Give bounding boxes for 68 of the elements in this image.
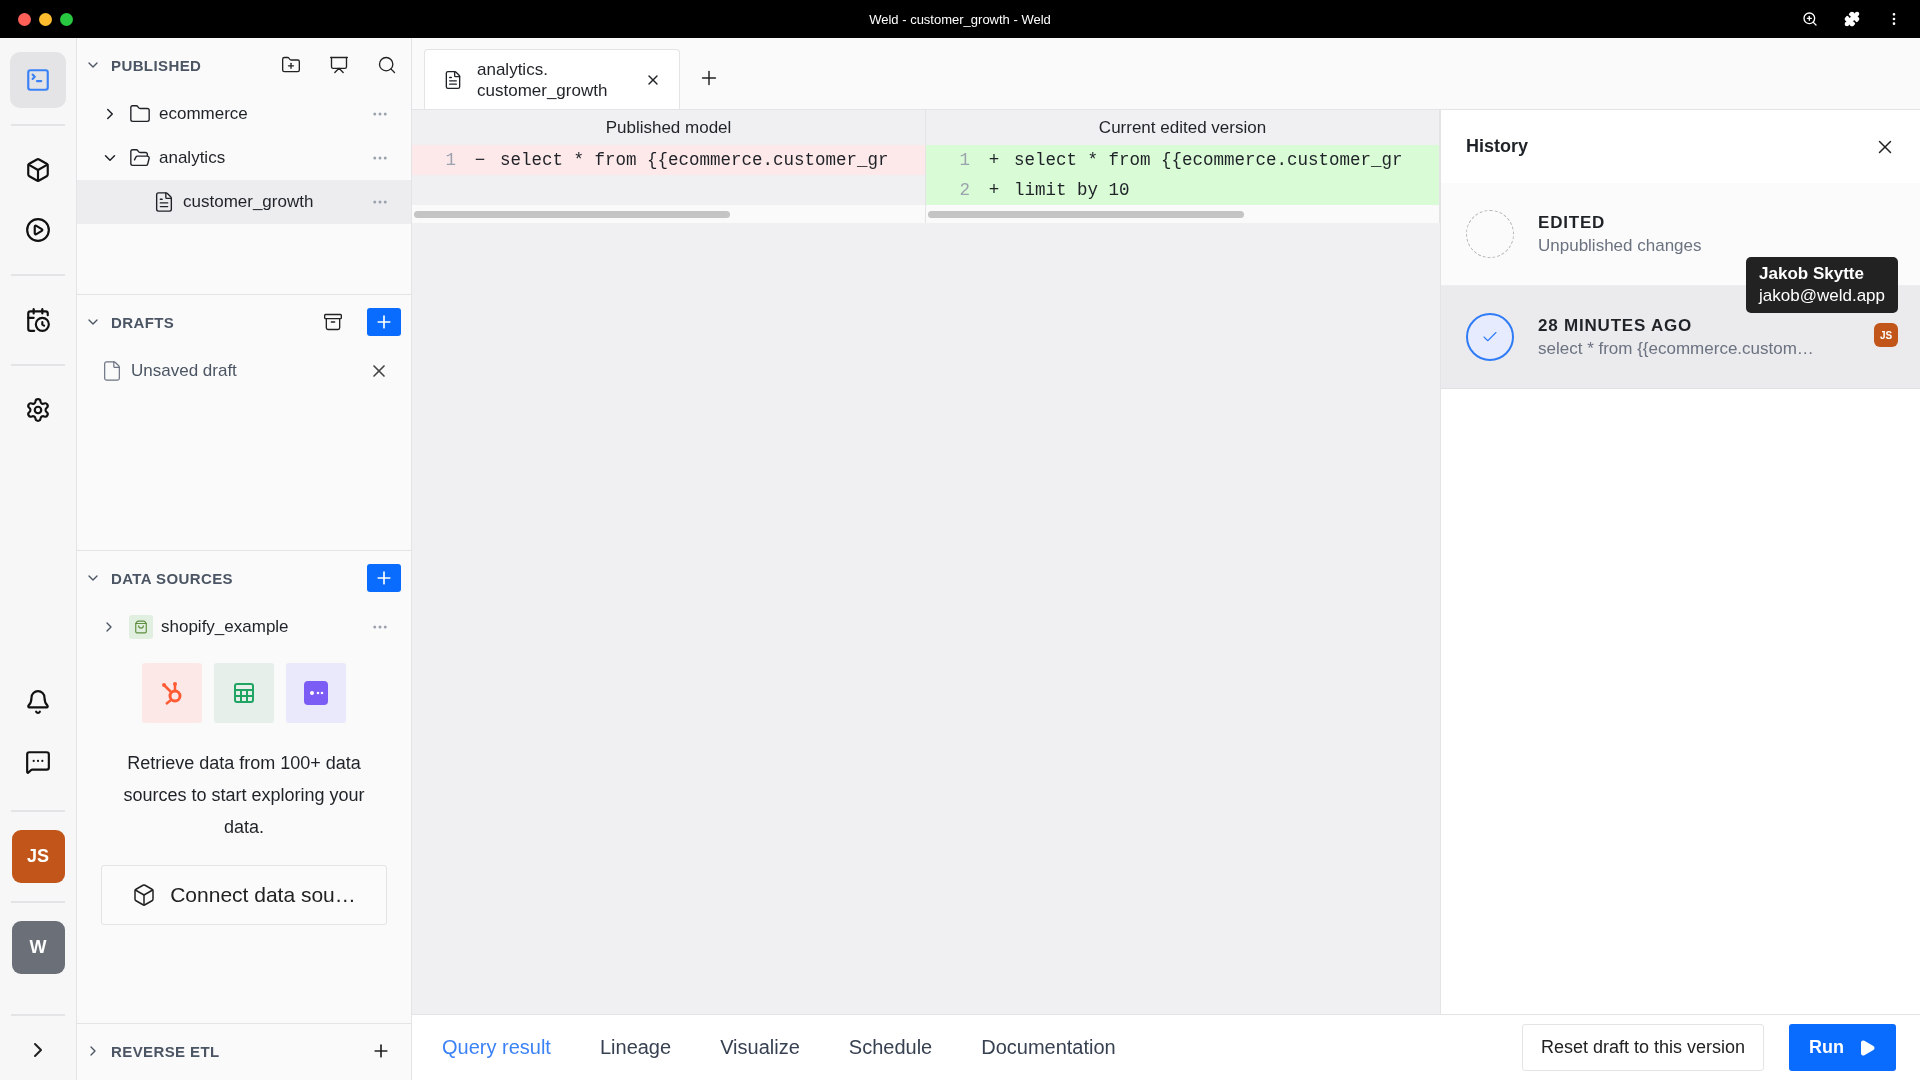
bell-icon — [25, 689, 51, 715]
bottom-tab[interactable]: Query result — [442, 1032, 551, 1063]
section-title: PUBLISHED — [111, 56, 202, 74]
entry-subtitle: select * from {{ecommerce.custom… — [1538, 338, 1815, 359]
author-avatar[interactable]: JS — [1874, 323, 1898, 347]
user-avatar[interactable]: JS — [11, 830, 65, 883]
tree-item[interactable]: customer_growth — [77, 180, 411, 224]
cube-icon — [25, 157, 51, 183]
file-icon — [443, 69, 463, 90]
chat-bubble-icon — [304, 681, 328, 705]
panel-title: History — [1466, 136, 1528, 157]
scrollbar-thumb[interactable] — [928, 210, 1244, 218]
minimize-window-button[interactable] — [39, 12, 52, 26]
editor-tab[interactable]: analytics. customer_growth — [424, 49, 680, 109]
bottom-tab[interactable]: Visualize — [720, 1032, 800, 1063]
source-item[interactable]: shopify_example — [77, 605, 411, 649]
archive-icon — [323, 312, 343, 332]
tree-item-label: customer_growth — [183, 192, 314, 212]
search-icon — [377, 55, 397, 75]
file-icon — [101, 360, 123, 382]
presentation-icon — [329, 55, 349, 75]
settings-icon — [25, 397, 51, 423]
section-title: DRAFTS — [111, 313, 175, 331]
connector-tile[interactable] — [286, 663, 346, 723]
terminal-icon — [25, 67, 51, 93]
tooltip-name: Jakob Skytte — [1759, 264, 1865, 284]
bottom-tab[interactable]: Documentation — [981, 1032, 1116, 1063]
entry-subtitle: Unpublished changes — [1538, 235, 1703, 256]
connector-tile[interactable] — [142, 663, 202, 723]
calendar-clock-icon — [25, 307, 51, 333]
play-icon — [1858, 1038, 1876, 1057]
connect-button[interactable]: Connect data sou… — [101, 865, 387, 925]
chat-icon — [25, 749, 51, 775]
folder-icon — [129, 103, 151, 125]
promo-text: Retrieve data from 100+ data sources to start exploring your data. — [122, 752, 366, 839]
bottom-tab[interactable]: Lineage — [599, 1032, 672, 1063]
source-label: shopify_example — [161, 617, 289, 637]
workspace-avatar[interactable]: W — [11, 921, 65, 974]
scrollbar-thumb[interactable] — [414, 210, 730, 218]
add-draft-button[interactable] — [367, 308, 401, 336]
window-title: Weld - customer_growth - Weld — [869, 11, 1051, 27]
folder-plus-icon — [281, 55, 301, 75]
puzzle-icon[interactable] — [1844, 11, 1860, 27]
draft-item[interactable]: Unsaved draft — [77, 349, 411, 393]
folder-icon — [129, 147, 151, 169]
tree-item[interactable]: analytics — [77, 136, 411, 180]
cube-icon — [132, 883, 157, 907]
reset-button[interactable]: Reset draft to this version — [1521, 1024, 1764, 1071]
maximize-window-button[interactable] — [60, 12, 73, 26]
run-button[interactable]: Run — [1789, 1024, 1896, 1071]
connector-tile[interactable] — [214, 663, 274, 723]
bottom-tab[interactable]: Schedule — [848, 1032, 933, 1063]
draft-label: Unsaved draft — [131, 361, 237, 381]
section-title: REVERSE ETL — [111, 1042, 220, 1060]
file-icon — [153, 191, 175, 213]
add-source-button[interactable] — [367, 564, 401, 592]
play-icon — [25, 217, 51, 243]
tree-item-label: analytics — [159, 148, 226, 168]
entry-title: 28 MINUTES AGO — [1538, 315, 1694, 336]
section-title: DATA SOURCES — [111, 569, 234, 587]
entry-title: EDITED — [1538, 212, 1607, 233]
tree-item-label: ecommerce — [159, 104, 248, 124]
tooltip-email: jakob@weld.app — [1759, 286, 1885, 306]
close-window-button[interactable] — [18, 12, 31, 26]
spreadsheet-icon — [232, 681, 256, 705]
tree-item[interactable]: ecommerce — [77, 92, 411, 136]
zoom-icon[interactable] — [1802, 11, 1818, 27]
source-logo — [129, 615, 153, 639]
